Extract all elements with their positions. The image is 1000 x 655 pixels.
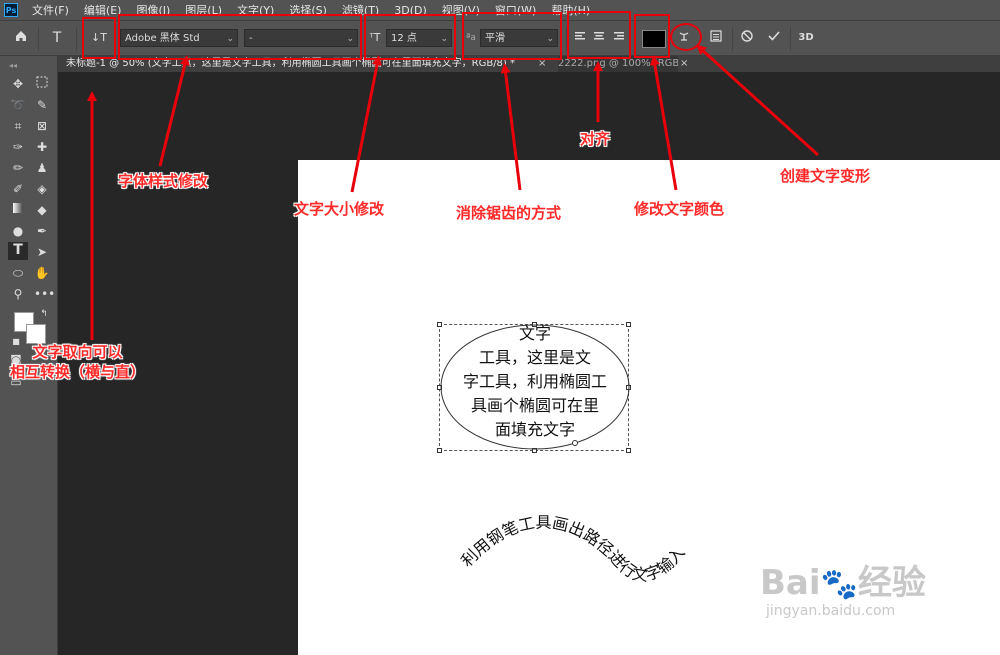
watermark-brand-cn: 经验: [857, 563, 926, 603]
annotation-orientation: 文字取向可以 相互转换（横与直）: [10, 343, 146, 381]
path-text-layer[interactable]: 利用钢笔工具画出路径进行文字输入: [0, 0, 1000, 655]
highlight-align: [567, 11, 631, 59]
highlight-font-family: [118, 14, 362, 60]
annotation-color: 修改文字颜色: [634, 200, 725, 218]
annotation-font-style: 字体样式修改: [118, 172, 209, 190]
annotation-antialias: 消除锯齿的方式: [456, 204, 562, 222]
watermark-brand: Bai: [760, 563, 821, 603]
highlight-color: [634, 14, 670, 58]
path-text: 利用钢笔工具画出路径进行文字输入: [457, 513, 688, 585]
baidu-watermark: Bai🐾经验 jingyan.baidu.com: [760, 565, 926, 619]
highlight-font-size: [364, 14, 456, 60]
paw-logo-icon: 🐾: [820, 567, 858, 602]
annotation-align: 对齐: [580, 130, 611, 148]
highlight-orientation: [82, 17, 116, 59]
annotation-font-size: 文字大小修改: [294, 200, 385, 218]
highlight-warp: [670, 23, 702, 51]
watermark-url: jingyan.baidu.com: [766, 603, 896, 619]
highlight-antialias: [462, 12, 562, 60]
annotation-warp: 创建文字变形: [780, 167, 871, 185]
